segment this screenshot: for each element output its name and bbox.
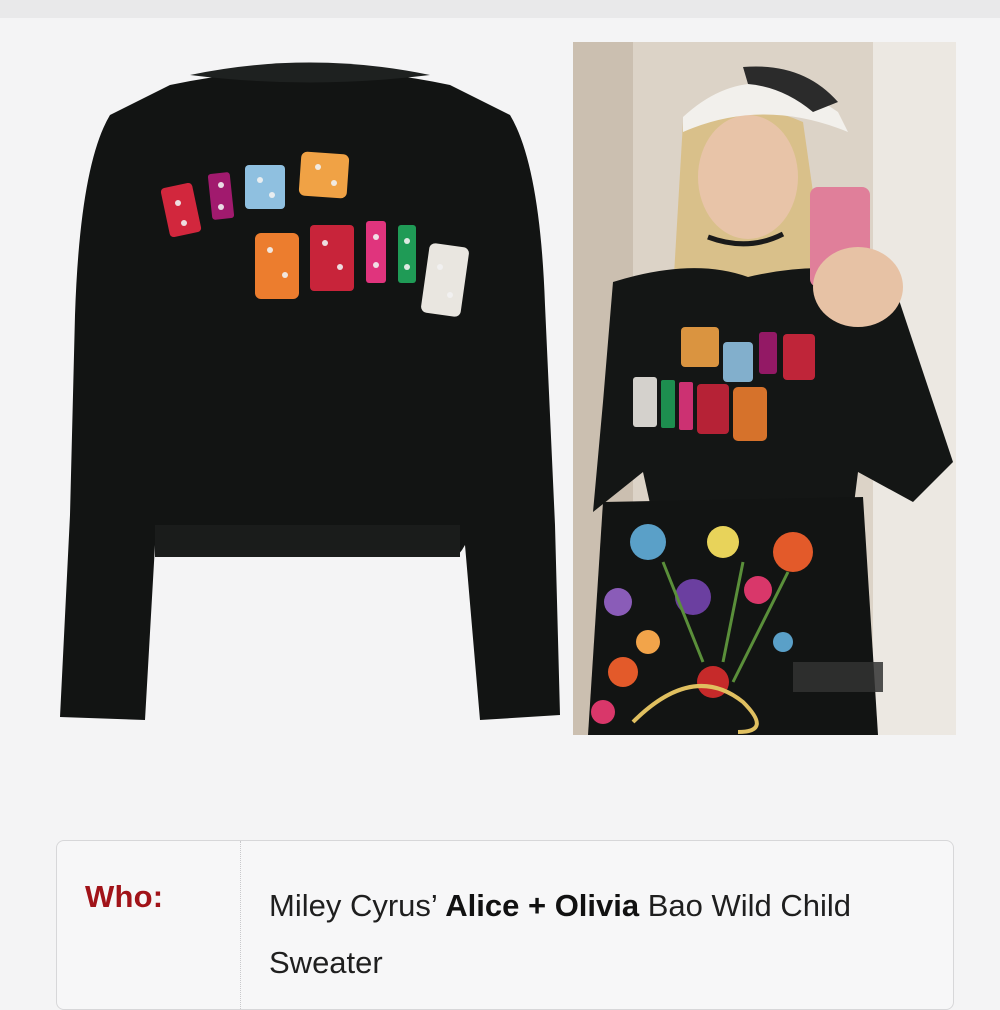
top-bar — [0, 0, 1000, 18]
brand-name: Alice + Olivia — [445, 888, 640, 923]
product-image-sweater — [60, 62, 560, 720]
description-prefix: Miley Cyrus’ — [269, 888, 446, 923]
card-divider — [240, 841, 241, 1009]
product-info-card: Who: Miley Cyrus’ Alice + Olivia Bao Wil… — [56, 840, 954, 1010]
celebrity-photo — [573, 42, 956, 735]
who-label: Who: — [85, 879, 164, 914]
product-description: Miley Cyrus’ Alice + Olivia Bao Wild Chi… — [269, 877, 909, 991]
